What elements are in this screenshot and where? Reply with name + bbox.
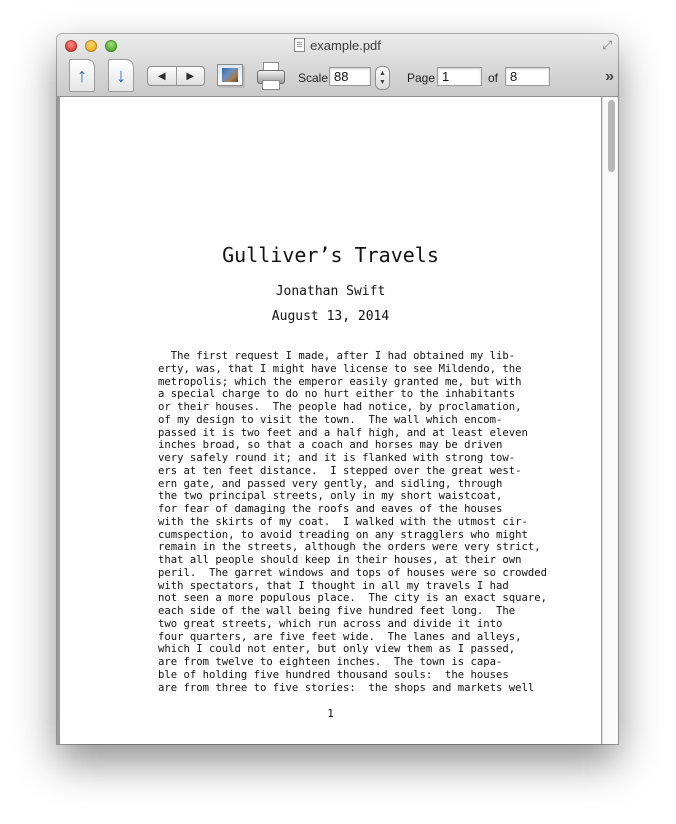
body-line: each side of the wall being five hundred… <box>158 605 516 617</box>
page-down-arrow-icon: ↓ <box>116 64 126 87</box>
pdf-document-icon <box>294 38 306 52</box>
scale-label: Scale <box>298 71 329 85</box>
forward-arrow-icon: ▶ <box>186 70 195 82</box>
body-line: or their houses. The people had notice, … <box>158 401 522 413</box>
pdf-page: Gulliver’s Travels Jonathan Swift August… <box>60 97 601 744</box>
body-line: peril. The garret windows and tops of ho… <box>158 566 548 579</box>
photo-thumbnail-icon[interactable] <box>217 64 243 86</box>
body-line: four quarters, are five feet wide. The l… <box>158 630 522 643</box>
body-line: are from three to five stories: the shop… <box>158 681 535 694</box>
scrollbar-thumb[interactable] <box>608 100 615 172</box>
pdf-viewer-window: example.pdf ⤢ ↑ ↓ ◀ ▶ Scale 88 ▲ ▼ Page … <box>57 34 618 744</box>
body-line: ble of holding five hundred thousand sou… <box>158 668 509 681</box>
of-label: of <box>488 71 499 85</box>
body-line: cumspection, to avoid treading on any st… <box>158 528 528 541</box>
body-line: erty, was, that I might have license to … <box>158 362 522 375</box>
toolbar: example.pdf ⤢ ↑ ↓ ◀ ▶ Scale 88 ▲ ▼ Page … <box>57 34 618 97</box>
body-line: for fear of damaging the roofs and eaves… <box>158 503 503 515</box>
body-line: metropolis; which the emperor easily gra… <box>158 375 522 388</box>
document-author: Jonathan Swift <box>275 284 386 299</box>
document-body-text: The first request I made, after I had ob… <box>158 350 547 694</box>
stepper-down-icon: ▼ <box>379 79 386 86</box>
toolbar-overflow-button[interactable]: » <box>605 68 614 86</box>
printer-output <box>262 80 280 90</box>
window-title: example.pdf <box>310 38 381 53</box>
total-pages-field: 8 <box>505 67 550 86</box>
next-page-button[interactable]: ↓ <box>108 59 134 92</box>
scale-input[interactable]: 88 <box>329 67 371 86</box>
body-line: with spectators, that I thought in all m… <box>158 579 509 592</box>
fullscreen-icon[interactable]: ⤢ <box>602 38 612 53</box>
body-line: ers at ten feet distance. I stepped over… <box>158 464 522 477</box>
body-line: inches broad, so that a coach and horses… <box>158 439 503 452</box>
forward-button[interactable]: ▶ <box>177 67 205 85</box>
body-line: passed it is two feet and a half high, a… <box>158 426 528 439</box>
body-line: of my design to visit the town. The wall… <box>158 413 503 426</box>
body-line: that all people should keep in their hou… <box>158 554 522 566</box>
back-forward-control: ◀ ▶ <box>147 66 205 86</box>
page-number: 1 <box>327 707 334 720</box>
scale-stepper[interactable]: ▲ ▼ <box>375 66 390 90</box>
body-line: very safely round it; and it is flanked … <box>158 452 516 464</box>
print-button[interactable] <box>257 62 285 90</box>
previous-page-button[interactable]: ↑ <box>69 59 95 92</box>
body-line: which I could not enter, but only view t… <box>158 643 516 656</box>
window-title-bar: example.pdf <box>57 37 618 55</box>
page-label: Page <box>407 71 436 85</box>
body-line: ern gate, and passed very gently, and si… <box>158 477 503 490</box>
body-line: remain in the streets, although the orde… <box>158 541 541 554</box>
vertical-scrollbar[interactable] <box>602 97 618 744</box>
body-line: the two principal streets, only in my sh… <box>158 490 503 503</box>
page-input[interactable]: 1 <box>437 67 482 86</box>
stepper-up-icon: ▲ <box>379 70 386 77</box>
body-line: not seen a more populous place. The city… <box>158 592 548 605</box>
back-arrow-icon: ◀ <box>157 70 166 82</box>
document-viewport: Gulliver’s Travels Jonathan Swift August… <box>57 97 618 744</box>
page-up-arrow-icon: ↑ <box>77 64 87 87</box>
body-line: a special charge to do no hurt either to… <box>158 388 516 401</box>
body-line: with the skirts of my coat. I walked wit… <box>158 515 528 528</box>
back-button[interactable]: ◀ <box>148 67 177 85</box>
body-line: two great streets, which run across and … <box>158 617 503 630</box>
body-line: are from twelve to eighteen inches. The … <box>158 656 503 668</box>
document-title: Gulliver’s Travels <box>222 243 439 267</box>
document-date: August 13, 2014 <box>271 309 390 324</box>
body-line: The first request I made, after I had ob… <box>158 350 516 362</box>
